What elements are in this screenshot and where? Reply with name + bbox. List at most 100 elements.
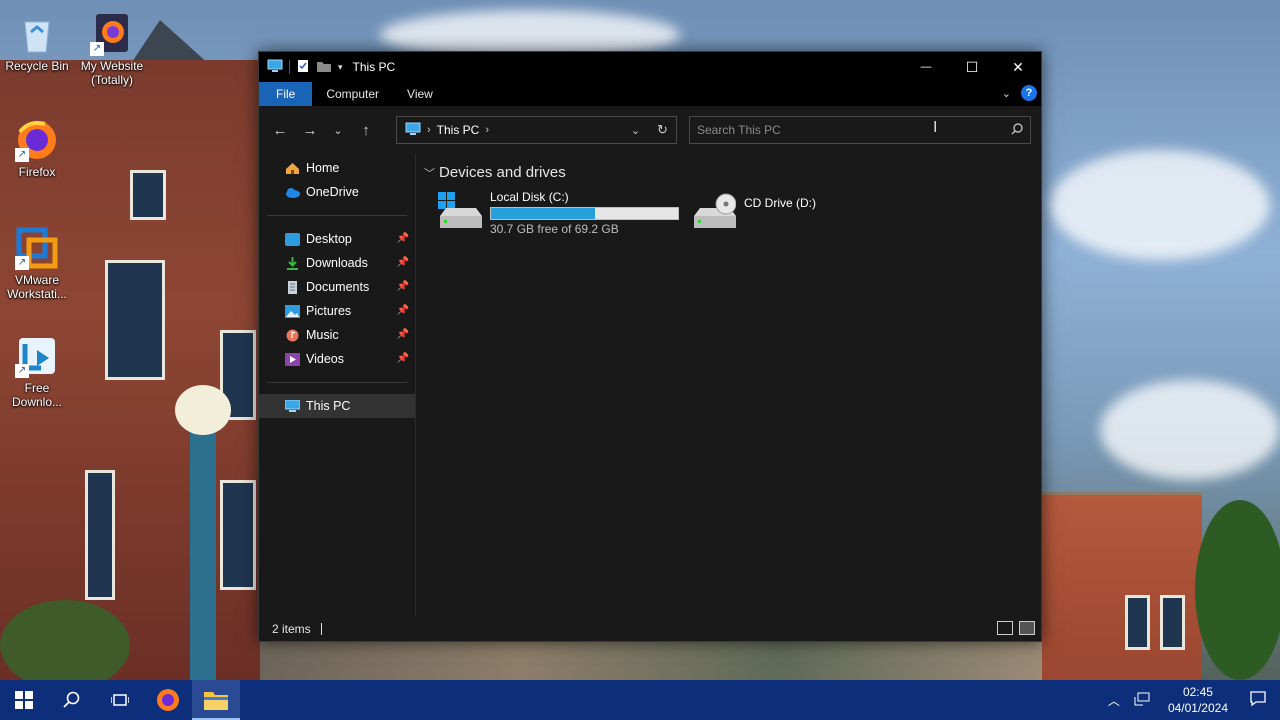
recycle-bin-icon [15, 12, 59, 56]
firefox-icon [157, 689, 179, 711]
onedrive-icon [285, 186, 300, 199]
nav-item-home[interactable]: Home [259, 156, 415, 180]
text-cursor-icon: I [933, 119, 938, 136]
nav-item-music[interactable]: Music 📌 [259, 323, 415, 347]
item-count: 2 items [272, 622, 311, 636]
pin-icon[interactable]: 📌 [397, 233, 409, 244]
desktop-icon-label: Recycle Bin [5, 59, 69, 73]
task-view-button[interactable] [96, 680, 144, 720]
documents-icon [285, 280, 300, 294]
breadcrumb-chevron-icon[interactable]: › [485, 124, 489, 136]
pin-icon[interactable]: 📌 [397, 305, 409, 316]
chevron-down-icon[interactable]: ▾ [338, 62, 343, 73]
navigation-bar: ← → ⌄ ↑ › This PC › ⌄ ↻ Search This PC I [259, 106, 1041, 154]
search-icon [63, 691, 80, 708]
desktop-icon-firefox[interactable]: ↗ Firefox [0, 118, 74, 179]
nav-item-pictures[interactable]: Pictures 📌 [259, 299, 415, 323]
cd-drive-icon [692, 190, 737, 228]
group-title: Devices and drives [439, 164, 566, 181]
clock[interactable]: 02:45 04/01/2024 [1156, 684, 1240, 716]
title-bar[interactable]: ▾ This PC — ☐ ✕ [259, 52, 1041, 82]
taskbar-firefox[interactable] [144, 680, 192, 720]
content-pane: ﹀ Devices and drives Local Disk (C:) 30.… [416, 154, 1041, 617]
system-tray: ︿ 02:45 04/01/2024 [1100, 680, 1280, 720]
nav-item-videos[interactable]: Videos 📌 [259, 347, 415, 371]
task-view-icon [111, 694, 129, 706]
network-icon[interactable] [1128, 692, 1156, 709]
nav-item-downloads[interactable]: Downloads 📌 [259, 251, 415, 275]
navigation-pane: Home OneDrive Desktop 📌 Downloads 📌 Docu… [259, 154, 416, 617]
drive-name: Local Disk (C:) [490, 190, 569, 204]
desktop-folder-icon [285, 232, 300, 246]
address-dropdown-icon[interactable]: ⌄ [622, 124, 649, 137]
nav-item-onedrive[interactable]: OneDrive [259, 180, 415, 204]
show-hidden-icons-icon[interactable]: ︿ [1100, 692, 1128, 709]
taskbar: ︿ 02:45 04/01/2024 [0, 680, 1280, 720]
firefox-icon: ↗ [15, 118, 59, 162]
tab-file[interactable]: File [259, 82, 313, 106]
notifications-icon[interactable] [1240, 691, 1280, 709]
desktop-icon-label: VMware Workstati... [7, 273, 67, 301]
nav-item-desktop[interactable]: Desktop 📌 [259, 227, 415, 251]
search-button[interactable] [48, 680, 96, 720]
vmware-icon: ↗ [15, 226, 59, 270]
downloads-icon [285, 256, 300, 270]
search-input[interactable]: Search This PC [689, 116, 1031, 144]
large-icons-view-icon[interactable] [1019, 621, 1035, 635]
clock-date: 04/01/2024 [1167, 701, 1228, 715]
new-folder-icon[interactable] [316, 59, 332, 76]
desktop-icon-label: Firefox [18, 165, 56, 179]
videos-icon [285, 352, 300, 366]
desktop-icon-free-download[interactable]: ↗ Free Downlo... [0, 334, 74, 409]
folder-icon [204, 692, 228, 710]
free-download-manager-icon: ↗ [15, 334, 59, 378]
drive-name: CD Drive (D:) [744, 196, 816, 210]
maximize-button[interactable]: ☐ [949, 52, 995, 82]
start-button[interactable] [0, 680, 48, 720]
nav-item-this-pc[interactable]: This PC [259, 394, 415, 418]
taskbar-file-explorer[interactable] [192, 680, 240, 720]
address-bar[interactable]: › This PC › ⌄ ↻ [396, 116, 677, 144]
tab-computer[interactable]: Computer [312, 82, 393, 106]
details-view-icon[interactable] [997, 621, 1013, 635]
windows-logo-icon [15, 691, 33, 709]
pin-icon[interactable]: 📌 [397, 281, 409, 292]
nav-item-documents[interactable]: Documents 📌 [259, 275, 415, 299]
breadcrumb-chevron-icon[interactable]: › [427, 124, 431, 136]
firefox-shortcut-icon: ↗ [90, 12, 134, 56]
expand-ribbon-icon[interactable]: ⌄ [1002, 87, 1011, 100]
desktop-icon-label: My Website (Totally) [80, 59, 144, 87]
desktop-icon-vmware[interactable]: ↗ VMware Workstati... [0, 226, 74, 301]
tab-view[interactable]: View [393, 82, 447, 106]
drive-usage-bar [490, 207, 679, 220]
file-explorer-window: ▾ This PC — ☐ ✕ File Computer View ⌄ ? ←… [258, 51, 1042, 642]
desktop-icon-my-website[interactable]: ↗ My Website (Totally) [75, 12, 149, 87]
pictures-icon [285, 304, 300, 318]
drive-free-space: 30.7 GB free of 69.2 GB [490, 222, 619, 236]
pin-icon[interactable]: 📌 [397, 257, 409, 268]
clock-time: 02:45 [1182, 685, 1213, 699]
forward-button[interactable]: → [295, 115, 325, 145]
window-controls: — ☐ ✕ [903, 52, 1041, 82]
local-disk-icon [438, 190, 482, 228]
refresh-icon[interactable]: ↻ [649, 122, 676, 138]
desktop-icon-recycle-bin[interactable]: Recycle Bin [0, 12, 74, 73]
close-button[interactable]: ✕ [995, 52, 1041, 82]
recent-locations-button[interactable]: ⌄ [325, 115, 351, 145]
drive-item-d[interactable]: CD Drive (D:) [692, 190, 816, 228]
drive-item-c[interactable]: Local Disk (C:) 30.7 GB free of 69.2 GB [438, 190, 679, 236]
minimize-button[interactable]: — [903, 52, 949, 82]
pin-icon[interactable]: 📌 [397, 329, 409, 340]
properties-icon[interactable] [296, 59, 310, 76]
breadcrumb-this-pc[interactable]: This PC [437, 123, 480, 137]
help-icon[interactable]: ? [1021, 85, 1037, 101]
group-header[interactable]: ﹀ Devices and drives [424, 164, 566, 181]
pin-icon[interactable]: 📌 [397, 353, 409, 364]
up-button[interactable]: ↑ [351, 115, 381, 145]
back-button[interactable]: ← [265, 115, 295, 145]
status-bar: 2 items [259, 617, 1041, 641]
this-pc-icon [284, 399, 301, 413]
chevron-down-icon: ﹀ [424, 167, 435, 180]
window-title: This PC [352, 60, 396, 74]
drive-usage-fill [491, 208, 595, 219]
